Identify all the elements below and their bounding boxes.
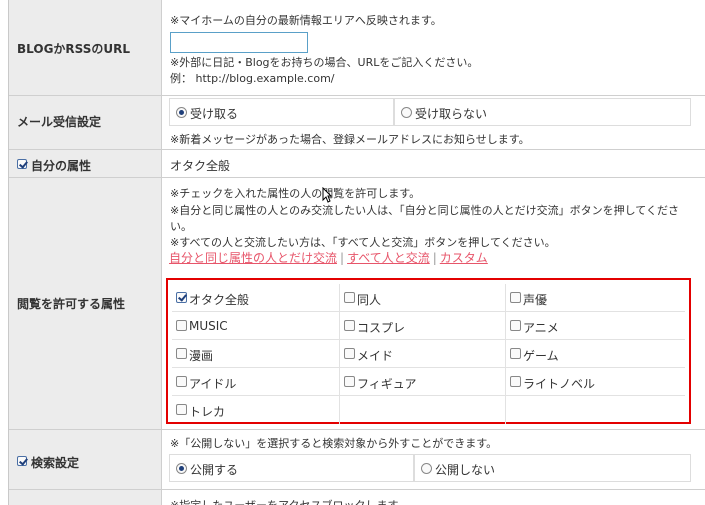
attr-option-checkbox[interactable] <box>176 404 187 415</box>
mail-decline-radio[interactable] <box>401 107 412 118</box>
link-separator: | <box>432 251 437 265</box>
attr-option-checkbox[interactable] <box>510 320 521 331</box>
search-setting-row: 検索設定 ※「公開しない」を選択すると検索対象から外すことができます。 公開する… <box>9 430 705 490</box>
attr-empty-cell <box>506 396 685 424</box>
mail-setting-row: メール受信設定 受け取る 受け取らない ※新着メッセージがあった場合、登録メール… <box>9 96 705 150</box>
mail-receive-label: 受け取る <box>190 107 239 121</box>
attr-option: アニメ <box>506 312 685 340</box>
block-setting-row: ※指定したユーザーをアクセスブロックします。 <box>9 490 705 505</box>
blog-url-row: BLOGかRSSのURL ※マイホームの自分の最新情報エリアへ反映されます。 ※… <box>9 0 705 96</box>
block-setting-label-cell <box>9 490 162 505</box>
attr-option-checkbox[interactable] <box>176 348 187 359</box>
view-attr-note-3: ※すべての人と交流したい方は、「すべて人と交流」ボタンを押してください。 <box>170 236 556 249</box>
self-attr-row: 自分の属性 オタク全般 <box>9 150 705 178</box>
block-setting-note: ※指定したユーザーをアクセスブロックします。 <box>170 497 408 505</box>
self-attr-cell: オタク全般 <box>163 150 705 177</box>
self-attr-label: 自分の属性 <box>31 159 92 173</box>
mail-decline-label: 受け取らない <box>415 107 488 121</box>
search-private-radio[interactable] <box>421 463 432 474</box>
attr-option: オタク全般 <box>172 284 339 312</box>
self-attr-label-cell: 自分の属性 <box>9 150 162 177</box>
link-same-attr[interactable]: 自分と同じ属性の人とだけ交流 <box>169 251 337 265</box>
self-attr-value: オタク全般 <box>170 159 231 173</box>
attr-option: MUSIC <box>172 312 339 340</box>
blog-url-label-cell: BLOGかRSSのURL <box>9 0 162 95</box>
attr-option-checkbox[interactable] <box>510 376 521 387</box>
mail-setting-label-cell: メール受信設定 <box>9 96 162 149</box>
search-setting-checkbox[interactable] <box>17 456 27 466</box>
mail-setting-cell: 受け取る 受け取らない ※新着メッセージがあった場合、登録メールアドレスにお知ら… <box>163 96 705 149</box>
attr-option-checkbox[interactable] <box>176 320 187 331</box>
search-public-label: 公開する <box>190 463 239 477</box>
mail-setting-label: メール受信設定 <box>17 115 102 129</box>
attr-option-label: MUSIC <box>189 319 228 333</box>
attr-option: トレカ <box>172 396 339 424</box>
blog-url-label: BLOGかRSSのURL <box>17 42 131 56</box>
attr-option: ライトノベル <box>506 368 685 396</box>
blog-url-note-top: ※マイホームの自分の最新情報エリアへ反映されます。 <box>170 14 442 27</box>
attr-option-checkbox[interactable] <box>176 292 187 303</box>
blog-url-note-bottom: ※外部に日記・Blogをお持ちの場合、URLをご記入ください。 <box>170 56 479 69</box>
attr-option-label: コスプレ <box>357 321 406 335</box>
attr-option-checkbox[interactable] <box>344 376 355 387</box>
view-attr-note-2-cont: い。 <box>170 220 192 233</box>
link-custom[interactable]: カスタム <box>440 251 488 265</box>
attr-option-checkbox[interactable] <box>344 292 355 303</box>
attr-option-label: トレカ <box>189 405 226 419</box>
attr-option-label: アニメ <box>523 321 559 335</box>
attr-option: アイドル <box>172 368 339 396</box>
search-setting-label-cell: 検索設定 <box>9 430 162 489</box>
attr-option: 声優 <box>506 284 685 312</box>
attr-option-label: メイド <box>357 349 394 363</box>
attr-option: フィギュア <box>339 368 506 396</box>
attr-option: メイド <box>339 340 506 368</box>
view-attr-label-cell: 閲覧を許可する属性 <box>9 178 162 429</box>
blog-url-input[interactable] <box>170 32 308 53</box>
search-public-radio[interactable] <box>176 463 187 474</box>
attr-option-label: フィギュア <box>357 377 417 391</box>
attr-option-label: アイドル <box>189 377 237 391</box>
attr-checkbox-highlight: オタク全般 同人 声優 MUSIC コスプレ アニメ漫画 メイド ゲームアイドル フィギュア ライ… <box>166 278 691 424</box>
search-private-option[interactable]: 公開しない <box>414 454 691 482</box>
mouse-cursor-icon <box>322 187 332 203</box>
attr-option-label: 声優 <box>523 293 548 307</box>
attr-option-label: オタク全般 <box>189 293 250 307</box>
view-attr-note-1: ※チェックを入れた属性の人の閲覧を許可します。 <box>170 187 421 200</box>
attr-option-checkbox[interactable] <box>510 348 521 359</box>
attr-option: コスプレ <box>339 312 506 340</box>
search-private-label: 公開しない <box>435 463 496 477</box>
attr-option: ゲーム <box>506 340 685 368</box>
mail-decline-option[interactable]: 受け取らない <box>394 98 691 126</box>
attr-option-label: 漫画 <box>189 349 214 363</box>
mail-receive-option[interactable]: 受け取る <box>169 98 394 126</box>
block-setting-cell: ※指定したユーザーをアクセスブロックします。 <box>163 490 705 505</box>
attr-option-label: ゲーム <box>523 349 559 363</box>
link-all-people[interactable]: すべて人と交流 <box>347 251 430 265</box>
mail-receive-radio[interactable] <box>176 107 187 118</box>
attr-empty-cell <box>339 396 506 424</box>
attr-option-checkbox[interactable] <box>176 376 187 387</box>
attr-option-checkbox[interactable] <box>344 320 355 331</box>
view-attr-note-2: ※自分と同じ属性の人とのみ交流したい人は、「自分と同じ属性の人とだけ交流」ボタン… <box>170 204 679 217</box>
blog-url-cell: ※マイホームの自分の最新情報エリアへ反映されます。 ※外部に日記・Blogをお持… <box>163 0 705 95</box>
self-attr-checkbox[interactable] <box>17 159 27 169</box>
mail-setting-note: ※新着メッセージがあった場合、登録メールアドレスにお知らせします。 <box>170 133 530 146</box>
attr-option-label: ライトノベル <box>523 377 596 391</box>
blog-url-example: 例： http://blog.example.com/ <box>170 72 335 85</box>
attr-option: 漫画 <box>172 340 339 368</box>
attr-preset-links: 自分と同じ属性の人とだけ交流 | すべて人と交流 | カスタム <box>169 249 488 266</box>
search-public-option[interactable]: 公開する <box>169 454 414 482</box>
attr-option-checkbox[interactable] <box>510 292 521 303</box>
search-setting-label: 検索設定 <box>31 456 80 470</box>
attr-option: 同人 <box>339 284 506 312</box>
search-setting-cell: ※「公開しない」を選択すると検索対象から外すことができます。 公開する 公開しな… <box>163 430 705 489</box>
attr-option-checkbox[interactable] <box>344 348 355 359</box>
search-setting-note: ※「公開しない」を選択すると検索対象から外すことができます。 <box>170 437 498 450</box>
view-attr-label: 閲覧を許可する属性 <box>17 297 126 311</box>
link-separator: | <box>340 251 345 265</box>
attr-option-label: 同人 <box>357 293 382 307</box>
